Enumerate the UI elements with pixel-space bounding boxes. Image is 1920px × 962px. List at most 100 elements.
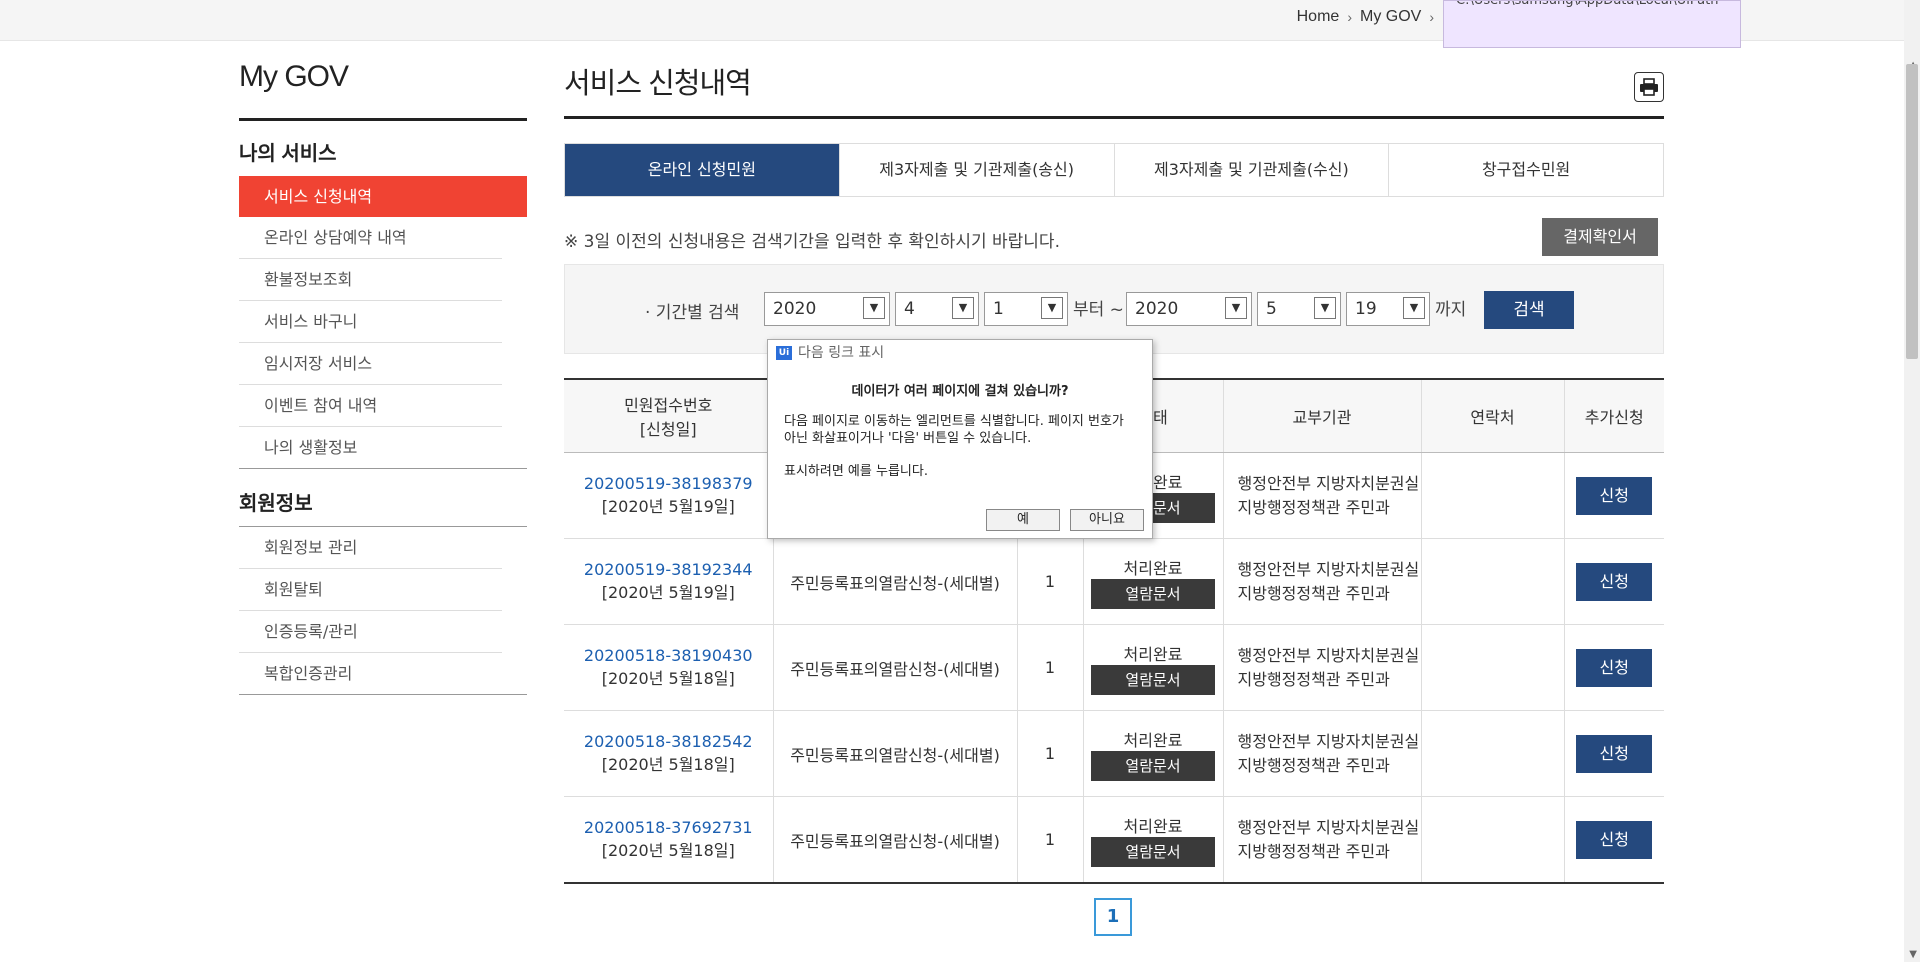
- sidebar-section-member-info: 회원정보: [239, 493, 313, 515]
- apply-button[interactable]: 신청: [1576, 476, 1653, 515]
- next-link-dialog: Ui 다음 링크 표시 데이터가 여러 페이지에 걸쳐 있습니까? 다음 페이지…: [767, 339, 1153, 539]
- breadcrumb-home[interactable]: Home: [1297, 8, 1340, 26]
- from-year-select[interactable]: 2020 ▼: [764, 292, 890, 326]
- dialog-no-button[interactable]: 아니요: [1070, 509, 1144, 531]
- contact-cell: [1420, 796, 1564, 884]
- issuing-org-line2: 지방행정정책관 주민과: [1237, 669, 1390, 689]
- chevron-down-icon: ▼: [1225, 297, 1247, 319]
- dialog-yes-button[interactable]: 예: [986, 509, 1060, 531]
- status-text: 처리완료: [1123, 558, 1183, 578]
- dialog-question: 데이터가 여러 페이지에 걸쳐 있습니까?: [851, 384, 1069, 399]
- sidebar-item-service-basket[interactable]: 서비스 바구니: [239, 301, 502, 343]
- table-row: 20200518-38190430 [2020년 5월18일] 주민등록표의열람신청…: [564, 624, 1664, 711]
- tab-third-party-sent[interactable]: 제3자제출 및 기관제출(송신): [838, 144, 1114, 196]
- from-month-select[interactable]: 4 ▼: [895, 292, 979, 326]
- chevron-down-icon: ▼: [863, 297, 885, 319]
- request-date: [2020년 5월19일]: [601, 583, 735, 602]
- view-document-button[interactable]: 열람문서: [1091, 836, 1215, 867]
- contact-cell: [1420, 624, 1564, 711]
- view-document-button[interactable]: 열람문서: [1091, 578, 1215, 609]
- request-date: [2020년 5월18일]: [601, 841, 735, 860]
- request-number-link[interactable]: 20200518-37692731: [565, 818, 772, 837]
- issuing-org: 행정안전부 지방자치분권실지방행정정책관 주민과: [1222, 452, 1421, 539]
- header-additional-request: 추가신청: [1563, 379, 1664, 453]
- to-day-select[interactable]: 19 ▼: [1346, 292, 1430, 326]
- request-date: [2020년 5월19일]: [601, 497, 735, 516]
- sidebar-item-temp-saved[interactable]: 임시저장 서비스: [239, 343, 502, 385]
- dialog-instruction: 표시하려면 예를 누릅니다.: [784, 464, 928, 479]
- sidebar-item-refund-info[interactable]: 환불정보조회: [239, 259, 502, 301]
- payment-confirmation-button[interactable]: 결제확인서: [1542, 218, 1658, 256]
- apply-cell: 신청: [1563, 624, 1664, 711]
- scroll-thumb[interactable]: [1906, 64, 1918, 359]
- pagination-page-1[interactable]: 1: [1094, 898, 1132, 936]
- service-name: 주민등록표의열람신청-(세대별): [772, 796, 1017, 884]
- view-document-button[interactable]: 열람문서: [1091, 664, 1215, 695]
- status-cell: 처리완료열람문서: [1082, 624, 1223, 711]
- tab-counter-requests[interactable]: 창구접수민원: [1388, 144, 1663, 196]
- sidebar-title: My GOV: [239, 60, 527, 121]
- request-number-link[interactable]: 20200519-38198379: [565, 474, 772, 493]
- from-day-select[interactable]: 1 ▼: [984, 292, 1068, 326]
- period-search-label: · 기간별 검색: [645, 303, 740, 323]
- status-text: 처리완료: [1123, 644, 1183, 664]
- header-issuing-org: 교부기관: [1222, 379, 1421, 453]
- view-document-button[interactable]: 열람문서: [1091, 750, 1215, 781]
- chevron-down-icon: ▼: [1041, 297, 1063, 319]
- issuing-org: 행정안전부 지방자치분권실 지방행정정책관 주민과: [1222, 710, 1421, 797]
- apply-cell: 신청: [1563, 538, 1664, 625]
- issuing-org-line1: 행정안전부 지방자치분권실: [1237, 559, 1420, 579]
- tab-online-requests[interactable]: 온라인 신청민원: [565, 144, 839, 196]
- from-suffix-text: 부터 ~: [1073, 300, 1124, 320]
- sidebar-item-cert-manage[interactable]: 인증등록/관리: [239, 611, 502, 653]
- issuing-org-line2: 지방행정정책관 주민과: [1237, 583, 1390, 603]
- issuing-org-line1: 행정안전부 지방자치분권실: [1237, 731, 1420, 751]
- request-number-link[interactable]: 20200519-38192344: [565, 560, 772, 579]
- sidebar-item-multi-auth[interactable]: 복합인증관리: [239, 653, 502, 694]
- to-year-select[interactable]: 2020 ▼: [1126, 292, 1252, 326]
- request-number-link[interactable]: 20200518-38182542: [565, 732, 772, 751]
- request-count: 1: [1016, 796, 1083, 884]
- sidebar-item-consult-reservations[interactable]: 온라인 상담예약 내역: [239, 217, 502, 259]
- chevron-right-icon: ›: [1347, 9, 1352, 25]
- path-tooltip: C:\Users\samsung\AppData\Local\UiPath: [1443, 0, 1741, 48]
- table-row: 20200518-38182542 [2020년 5월18일] 주민등록표의열람신청…: [564, 710, 1664, 797]
- request-number-cell: 20200518-38190430 [2020년 5월18일]: [564, 624, 773, 711]
- issuing-org-line1: 행정안전부 지방자치분권실: [1237, 817, 1420, 837]
- dialog-body: 다음 페이지로 이동하는 엘리먼트를 식별합니다. 페이지 번호가 아닌 화살표…: [768, 413, 1152, 480]
- sidebar-item-service-history[interactable]: 서비스 신청내역: [239, 176, 527, 217]
- chevron-down-icon: ▼: [1314, 297, 1336, 319]
- sidebar-item-member-manage[interactable]: 회원정보 관리: [239, 527, 502, 569]
- issuing-org-line2: 지방행정정책관 주민과: [1237, 497, 1390, 517]
- table-row: 20200519-38192344 [2020년 5월19일] 주민등록표의열람신청…: [564, 538, 1664, 625]
- dialog-description: 다음 페이지로 이동하는 엘리먼트를 식별합니다. 페이지 번호가 아닌 화살표…: [784, 414, 1124, 446]
- request-number-link[interactable]: 20200518-38190430: [565, 646, 772, 665]
- sidebar-item-event-history[interactable]: 이벤트 참여 내역: [239, 385, 502, 427]
- to-month-select[interactable]: 5 ▼: [1257, 292, 1341, 326]
- header-contact: 연락처: [1420, 379, 1564, 453]
- page-title: 서비스 신청내역: [564, 60, 1664, 119]
- breadcrumb-mygov[interactable]: My GOV: [1360, 8, 1421, 26]
- tab-third-party-received[interactable]: 제3자제출 및 기관제출(수신): [1113, 144, 1389, 196]
- apply-button[interactable]: 신청: [1576, 734, 1653, 773]
- sidebar-item-life-info[interactable]: 나의 생활정보: [239, 427, 502, 468]
- contact-cell: [1420, 538, 1564, 625]
- apply-button[interactable]: 신청: [1576, 562, 1653, 601]
- issuing-org-line2: 지방행정정책관 주민과: [1237, 841, 1390, 861]
- search-button[interactable]: 검색: [1484, 291, 1574, 329]
- header-request-number: 민원접수번호 [신청일]: [564, 379, 773, 453]
- apply-cell: 신청: [1563, 796, 1664, 884]
- apply-button[interactable]: 신청: [1576, 820, 1653, 859]
- request-count: 1: [1016, 538, 1083, 625]
- to-suffix-text: 까지: [1435, 300, 1467, 320]
- print-button[interactable]: [1634, 72, 1664, 102]
- sidebar: My GOV 나의 서비스 서비스 신청내역 온라인 상담예약 내역 환불정보조…: [239, 60, 527, 695]
- issuing-org-line1: 행정안전부 지방자치분권실: [1237, 473, 1420, 493]
- printer-icon: [1640, 78, 1658, 96]
- chevron-down-icon: ▼: [952, 297, 974, 319]
- vertical-scrollbar[interactable]: ▲ ▼: [1904, 0, 1920, 962]
- apply-button[interactable]: 신청: [1576, 648, 1653, 687]
- sidebar-item-withdraw[interactable]: 회원탈퇴: [239, 569, 502, 611]
- scroll-down-icon[interactable]: ▼: [1909, 949, 1917, 960]
- request-number-cell: 20200518-37692731 [2020년 5월18일]: [564, 796, 773, 884]
